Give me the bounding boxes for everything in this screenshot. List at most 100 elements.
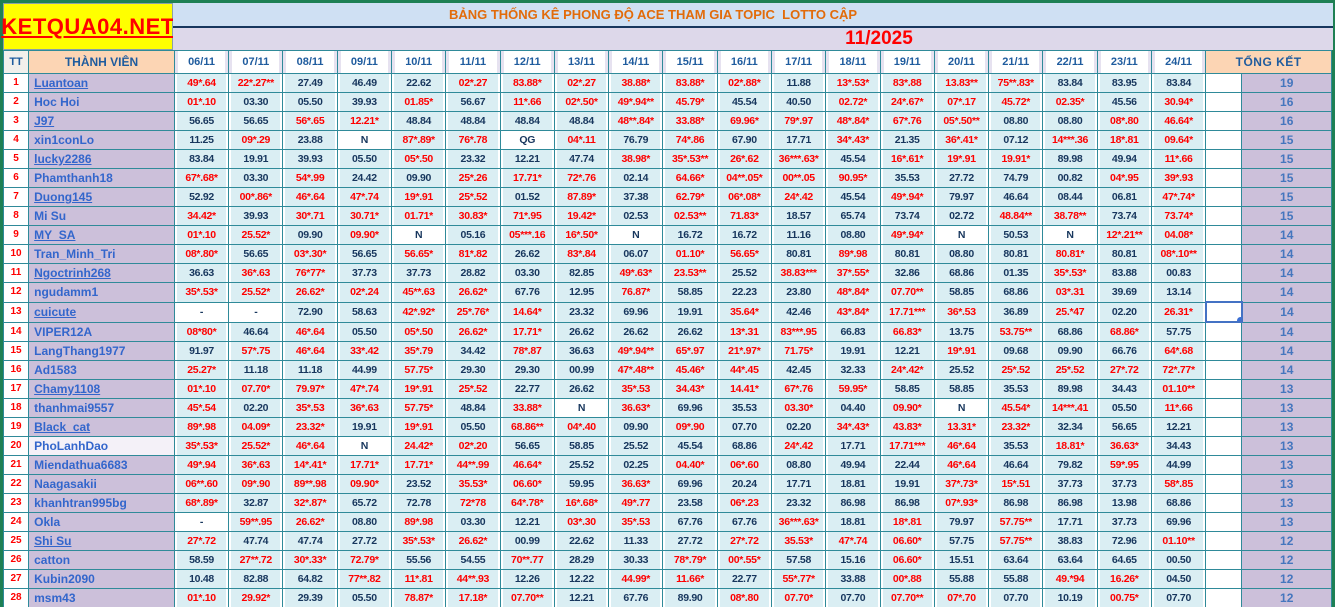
score-cell: 07*.70 [934,589,988,607]
score-cell: 09.90 [609,418,663,437]
member-link[interactable]: lucky2286 [34,152,91,166]
score-cell: 12.21 [880,342,934,361]
score-cell: 56.65 [1097,418,1151,437]
member-link[interactable]: cuicute [34,305,76,319]
column-header-date: 21/11 [989,51,1043,74]
score-cell: 05*.50** [934,112,988,131]
member-link[interactable]: MY_SA [34,228,75,242]
member-link[interactable]: J97 [34,114,54,128]
score-cell: 57.75** [989,513,1043,532]
score-cell: 39*.93 [1151,169,1205,188]
score-cell: 24.42* [392,437,446,456]
score-cell: 16.26* [1097,570,1151,589]
spacer-cell [1206,513,1242,532]
score-cell: 48**.84* [609,112,663,131]
selected-cell[interactable] [1206,302,1242,322]
score-cell: N [934,226,988,245]
score-cell: 45.54 [717,93,771,112]
member-link[interactable]: Shi Su [34,534,71,548]
score-cell: N [337,131,391,150]
score-cell: 42*.92* [392,302,446,322]
score-cell: 86.98 [989,494,1043,513]
member-link[interactable]: Ngoctrinh268 [34,266,111,280]
score-cell: 39.93 [337,93,391,112]
score-cell: 07.70** [880,283,934,303]
member-name: LangThang1977 [34,344,125,358]
score-cell: 73.74 [880,207,934,226]
member-link[interactable]: Duong145 [34,190,92,204]
site-logo[interactable]: KETQUA04.NET [3,3,173,50]
score-cell: 46*.64 [283,322,337,342]
score-cell: 48.84 [500,112,554,131]
score-cell: 04*.95 [1097,169,1151,188]
member-link[interactable]: Chamy1108 [34,382,100,396]
score-cell: 19*.91 [934,342,988,361]
row-number: 9 [4,226,29,245]
total-cell: 13 [1242,380,1332,399]
score-cell: 74.79 [989,169,1043,188]
score-cell: 45*.54 [174,399,228,418]
score-cell: 11.88 [771,74,825,93]
table-row: 4xin1conLo11.2509*.2923.88N87*.89*76*.78… [4,131,1332,150]
member-cell: LangThang1977 [29,342,175,361]
site-logo-text: KETQUA04.NET [1,14,174,40]
member-link[interactable]: Black_cat [34,420,90,434]
score-cell: 07.70* [229,380,283,399]
total-cell: 13 [1242,494,1332,513]
member-cell: cuicute [29,302,175,322]
score-cell: 18.57 [771,207,825,226]
score-cell: 59**.95 [229,513,283,532]
score-cell: 68.86* [1097,322,1151,342]
score-cell: 01*.10 [174,380,228,399]
column-header-date: 12/11 [500,51,554,74]
score-cell: 18*.81 [1097,131,1151,150]
score-cell: 08*.80 [717,589,771,607]
score-cell: 12.95 [554,283,608,303]
member-link[interactable]: Luantoan [34,76,88,90]
score-cell: 80.81 [771,245,825,264]
score-cell: 04.40 [826,399,880,418]
score-cell: 07.12 [989,131,1043,150]
row-number: 8 [4,207,29,226]
score-cell: 48.84 [446,112,500,131]
score-cell: 10.19 [1043,589,1097,607]
score-cell: 49*.94** [609,93,663,112]
score-cell: 35.53 [989,380,1043,399]
score-cell: 19.91 [337,418,391,437]
score-cell: 83.95 [1097,74,1151,93]
score-cell: 83.88* [500,74,554,93]
score-cell: 25.27* [174,361,228,380]
score-cell: 49.94 [826,456,880,475]
score-cell: 25*.76* [446,302,500,322]
score-cell: 32.33 [826,361,880,380]
score-cell: 44.99 [1151,456,1205,475]
score-cell: 49*.94* [880,226,934,245]
score-cell: 46*.64 [283,188,337,207]
score-cell: 49*.94** [609,342,663,361]
score-cell: 29.39 [283,589,337,607]
score-cell: 45.56 [1097,93,1151,112]
score-cell: 25*.52 [1043,361,1097,380]
score-cell: 11.66* [663,570,717,589]
total-cell: 12 [1242,589,1332,607]
score-cell: 75**.83* [989,74,1043,93]
table-row: 7Duong14552.9200*.86*46*.6447*.7419*.912… [4,188,1332,207]
score-cell: 23.53** [663,264,717,283]
score-cell: 16*.68* [554,494,608,513]
score-cell: 13.75 [934,322,988,342]
score-cell: 49*.63* [609,264,663,283]
total-cell: 15 [1242,150,1332,169]
header: KETQUA04.NET BẢNG THỐNG KÊ PHONG ĐỘ ACE … [3,3,1333,50]
column-header-date: 06/11 [174,51,228,74]
score-cell: 26.62 [500,245,554,264]
score-cell: 46.64 [989,188,1043,207]
score-cell: 59.95* [826,380,880,399]
score-cell: 47.74 [229,532,283,551]
score-cell: 44.99 [337,361,391,380]
member-name: Phamthanh18 [34,171,113,185]
score-cell: 37.73 [1097,475,1151,494]
score-cell: 62.79* [663,188,717,207]
score-cell: 45**.63 [392,283,446,303]
score-cell: 32*.87* [283,494,337,513]
score-cell: N [934,399,988,418]
